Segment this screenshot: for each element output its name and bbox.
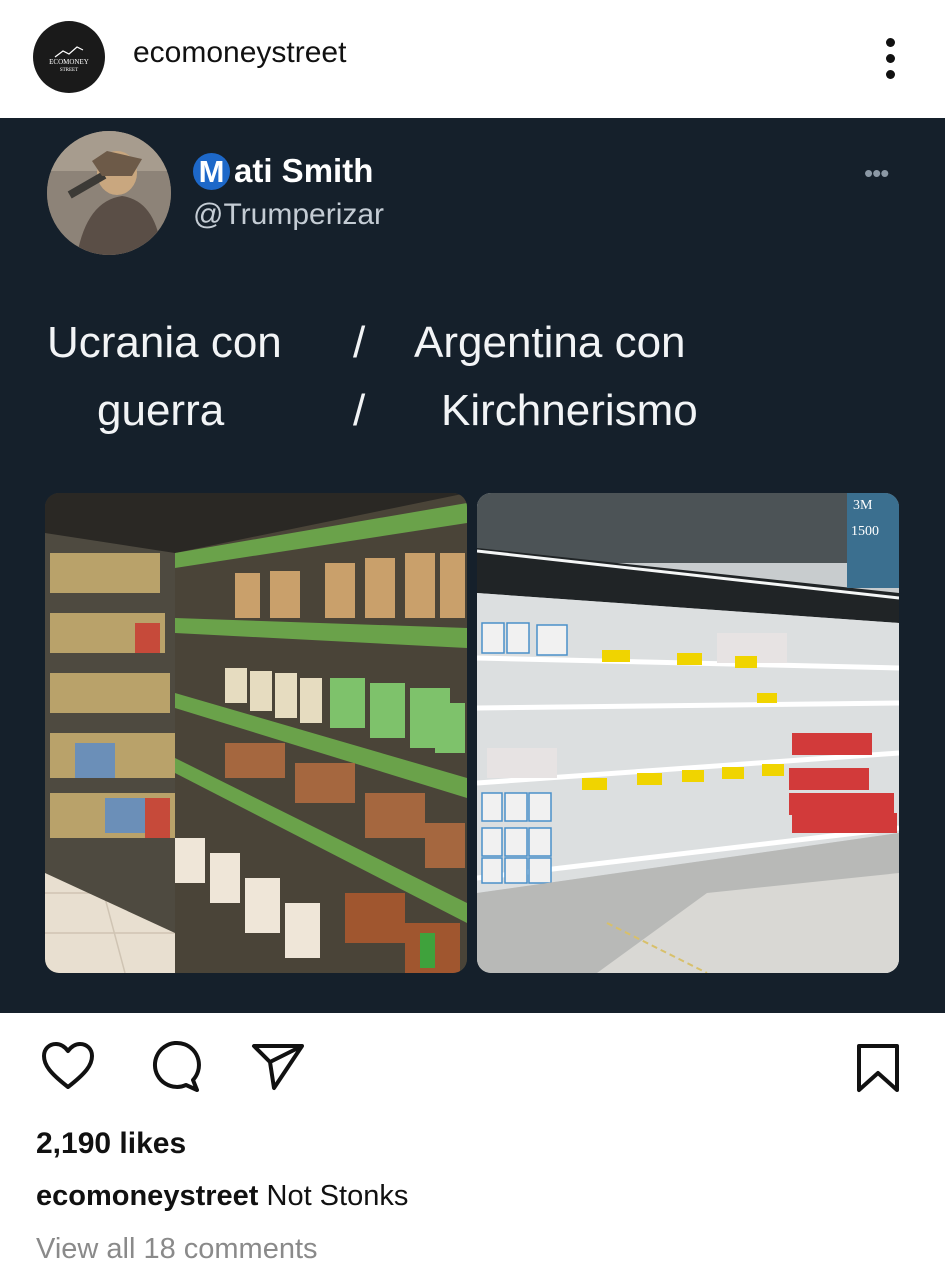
comment-icon[interactable]	[147, 1040, 201, 1094]
tweet-avatar	[47, 131, 171, 255]
tweet-text-right-1: Argentina con	[414, 318, 686, 367]
tweet-text-sep-1: /	[353, 318, 366, 367]
bookmark-icon[interactable]	[855, 1042, 901, 1094]
post-caption: ecomoneystreet Not Stonks	[36, 1180, 408, 1213]
account-avatar[interactable]: ECOMONEY STREET	[33, 21, 105, 93]
sign-price: 1500	[851, 524, 879, 539]
tweet-text-right-2: Kirchnerismo	[441, 386, 698, 435]
tweet-handle: @Trumperizar	[193, 198, 385, 231]
caption-username[interactable]: ecomoneystreet	[36, 1180, 258, 1212]
horizontal-dots-icon: •••	[864, 158, 889, 188]
photo-empty-shelves: 3M 1500	[477, 493, 899, 973]
photo-stocked-shelves	[45, 493, 467, 973]
post-actions-bar	[0, 1013, 945, 1093]
tweet-display-name: M ati Smith	[193, 152, 373, 190]
logo-text-top: ECOMONEY	[49, 58, 89, 66]
tweet-name-initial-badge: M	[193, 152, 230, 190]
tweet-text-sep-2: /	[353, 386, 366, 435]
logo-text-bottom: STREET	[60, 68, 78, 73]
tweet-text-left-2: guerra	[97, 386, 225, 435]
likes-count[interactable]: 2,190 likes	[36, 1127, 186, 1161]
post-header: ECOMONEY STREET ecomoneystreet	[0, 0, 945, 118]
view-comments-link[interactable]: View all 18 comments	[36, 1233, 318, 1266]
sign-text-top: 3M	[853, 498, 873, 513]
logo-icon: ECOMONEY STREET	[49, 46, 89, 73]
tweet-name-rest: ati Smith	[234, 152, 374, 189]
account-name[interactable]: ecomoneystreet	[133, 36, 346, 70]
heart-icon[interactable]	[40, 1040, 96, 1092]
vertical-dots-icon[interactable]	[878, 38, 902, 80]
tweet-text-left-1: Ucrania con	[47, 318, 282, 367]
send-icon[interactable]	[250, 1040, 306, 1092]
caption-text: Not Stonks	[258, 1180, 409, 1212]
